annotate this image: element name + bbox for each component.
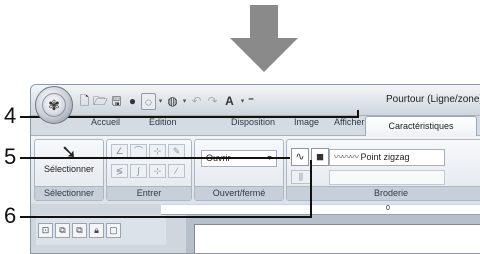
callout-number-4: 4 xyxy=(4,103,17,128)
stitch-type-value: Point zigzag xyxy=(360,152,410,162)
open-folder-icon[interactable]: 🗁 xyxy=(93,93,108,110)
stitch-type-field[interactable]: 〰〰〰 Point zigzag xyxy=(329,149,445,166)
stitch-options-field[interactable] xyxy=(329,170,445,185)
group-input-label: Entrer xyxy=(107,186,191,200)
tab-layout[interactable]: Disposition xyxy=(231,117,275,130)
application-window: ✾ 🗋 🗁 🖫 ● ◌ ▾ ◍ ▾ ↶ ↷ A ▾ ⁼ Pourtour (Li… xyxy=(30,84,480,254)
callout-line-6-vertical xyxy=(310,160,312,218)
group-open-close-label: Ouvert/fermé xyxy=(195,186,283,200)
stitch-type-icon[interactable]: ⫼ xyxy=(291,170,311,184)
straight-line-icon[interactable]: ∠ xyxy=(111,144,128,158)
save-icon[interactable]: 🖫 xyxy=(109,93,124,110)
color-circle-icon[interactable]: ● xyxy=(125,93,140,110)
callout-number-6: 6 xyxy=(4,203,17,228)
down-arrow-icon xyxy=(230,38,298,72)
application-menu-button[interactable]: ✾ xyxy=(35,86,73,124)
redo-icon[interactable]: ↷ xyxy=(205,93,220,110)
select-button[interactable]: ➘ Sélectionner xyxy=(39,142,99,186)
tab-characteristics[interactable]: Caractéristiques xyxy=(365,116,477,137)
group-select: ➘ Sélectionner Sélectionner xyxy=(34,139,104,201)
ruler-tick-label: 0 xyxy=(386,205,390,212)
undo-icon[interactable]: ↶ xyxy=(189,93,204,110)
window-title: Pourtour (Ligne/zone) xyxy=(386,94,480,105)
bezier-icon[interactable]: ⊹ xyxy=(149,144,166,158)
new-file-icon[interactable]: 🗋 xyxy=(77,93,92,110)
callout-line-4 xyxy=(20,116,358,118)
bezier-point-icon[interactable]: ⊹ xyxy=(149,164,166,178)
zigzag-line-icon[interactable]: ≶ xyxy=(111,164,128,178)
select-tool-icon[interactable]: ◌ xyxy=(141,92,156,110)
dropdown-arrow-icon[interactable]: ▾ xyxy=(239,97,246,105)
zigzag-preview-icon: 〰〰〰 xyxy=(334,152,359,162)
tab-image[interactable]: Image xyxy=(294,117,319,130)
font-button[interactable]: A xyxy=(221,93,238,110)
customize-toolbar-icon[interactable]: ⁼ xyxy=(247,93,255,110)
tab-view[interactable]: Afficher xyxy=(334,117,364,130)
tab-home[interactable]: Accueil xyxy=(91,117,120,130)
cursor-arrow-icon: ➘ xyxy=(61,142,77,163)
quick-access-toolbar: 🗋 🗁 🖫 ● ◌ ▾ ◍ ▾ ↶ ↷ A ▾ ⁼ xyxy=(77,91,255,111)
group-embroidery: ∿ ■ ⫼ 〰〰〰 Point zigzag Broderie xyxy=(286,139,480,201)
tab-edit[interactable]: Edition xyxy=(149,117,177,130)
sewing-machine-icon: ✾ xyxy=(42,93,66,117)
curve-icon[interactable]: ⌒ xyxy=(130,144,147,158)
dropdown-arrow-icon[interactable]: ▾ xyxy=(181,97,188,105)
dropdown-arrow-icon[interactable]: ▾ xyxy=(157,97,164,105)
group-select-label: Sélectionner xyxy=(35,186,103,200)
fill-tool-icon[interactable]: ◍ xyxy=(165,93,180,110)
group-input: ∠ ⌒ ⊹ ✎ ≶ ∫ ⊹ ⁄ Entrer xyxy=(106,139,192,201)
freehand-line-icon[interactable]: ⁄ xyxy=(168,164,185,178)
down-arrow-shaft xyxy=(250,5,278,38)
group-open-close: Ouvrir ▼ Ouvert/fermé xyxy=(194,139,284,201)
callout-line-5 xyxy=(20,157,290,159)
design-canvas[interactable] xyxy=(194,224,480,253)
zoom-fit-icon[interactable]: ⊡ xyxy=(38,222,53,238)
region-color-icon[interactable]: ■ xyxy=(311,148,329,166)
bottom-toolbar: ⊡ ⧉ ⧉ 🔒︎ ▢ xyxy=(36,215,166,245)
lock-icon[interactable]: 🔒︎ xyxy=(89,222,104,238)
freehand-icon[interactable]: ✎ xyxy=(168,144,185,158)
frame-icon[interactable]: ▢ xyxy=(106,222,121,238)
curve-line-icon[interactable]: ∫ xyxy=(130,164,147,178)
line-sew-icon[interactable]: ∿ xyxy=(291,148,309,166)
group-embroidery-label: Broderie xyxy=(287,186,480,200)
select-button-label: Sélectionner xyxy=(43,164,95,174)
callout-line-4-tick xyxy=(357,110,359,118)
paste-icon[interactable]: ⧉ xyxy=(72,222,87,238)
ruler: 0 xyxy=(161,205,480,215)
callout-line-6 xyxy=(20,216,312,218)
copy-icon[interactable]: ⧉ xyxy=(55,222,70,238)
ribbon-panel: ➘ Sélectionner Sélectionner ∠ ⌒ ⊹ ✎ ≶ ∫ … xyxy=(31,136,480,204)
callout-number-5: 5 xyxy=(4,144,17,169)
